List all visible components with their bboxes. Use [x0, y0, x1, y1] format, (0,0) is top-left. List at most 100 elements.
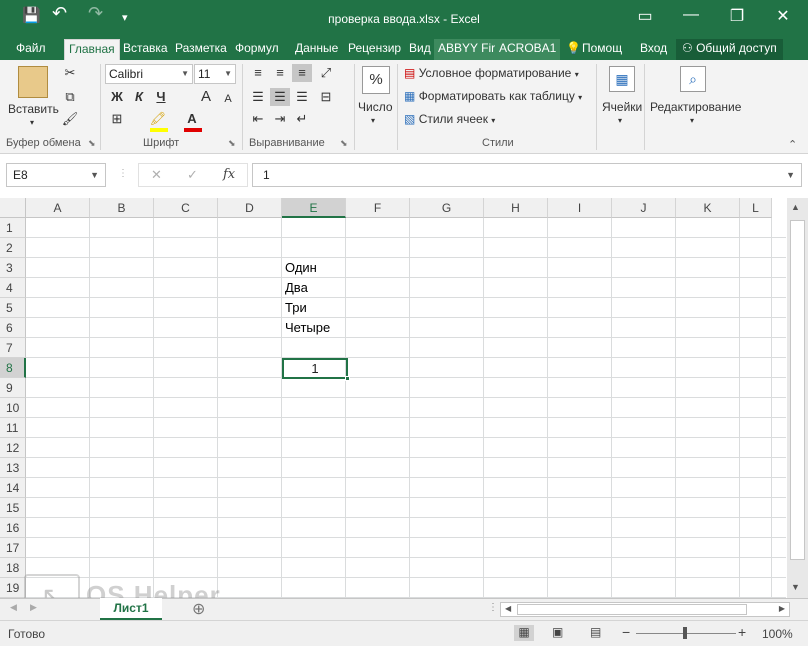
vertical-scrollbar[interactable]: ▲ ▼ [787, 198, 808, 598]
font-size-select[interactable]: 11 ▼ [194, 64, 236, 84]
row-header-17[interactable]: 17 [0, 538, 26, 558]
column-header-g[interactable]: G [410, 198, 484, 218]
bold-button[interactable]: Ж [107, 88, 127, 106]
underline-button[interactable]: Ч [151, 88, 171, 106]
prev-sheet-icon[interactable]: ◀ [10, 602, 17, 613]
row-header-11[interactable]: 11 [0, 418, 26, 438]
splitter-icon[interactable]: ⋮ [488, 602, 498, 613]
column-header-a[interactable]: A [26, 198, 90, 218]
share-button[interactable]: ⚇ Общий доступ [676, 39, 783, 60]
clipboard-launcher-icon[interactable]: ⬊ [88, 138, 96, 149]
row-header-3[interactable]: 3 [0, 258, 26, 278]
cell-e3[interactable]: Один [282, 258, 317, 278]
cancel-icon[interactable]: ✕ [151, 167, 162, 183]
format-as-table-button[interactable]: ▦ Форматировать как таблицу ▾ [404, 89, 582, 103]
cell-e4[interactable]: Два [282, 278, 308, 298]
tab-file[interactable]: Файл [12, 39, 50, 60]
row-header-8[interactable]: 8 [0, 358, 26, 378]
zoom-slider-thumb[interactable] [683, 627, 687, 639]
borders-icon[interactable]: ⊞ [107, 110, 127, 128]
fill-handle[interactable] [345, 376, 350, 381]
column-header-c[interactable]: C [154, 198, 218, 218]
cut-icon[interactable]: ✂ [60, 64, 80, 82]
vertical-scroll-thumb[interactable] [790, 220, 805, 560]
grow-font-button[interactable]: A [196, 88, 216, 106]
increase-indent-icon[interactable]: ⇥ [270, 110, 290, 128]
row-header-4[interactable]: 4 [0, 278, 26, 298]
format-painter-icon[interactable]: 🖌 [60, 110, 80, 128]
column-header-b[interactable]: B [90, 198, 154, 218]
tell-me-search[interactable]: Помощ [578, 39, 626, 60]
column-header-l[interactable]: L [740, 198, 772, 218]
name-box[interactable]: E8 ▼ [6, 163, 106, 187]
scroll-right-icon[interactable]: ▶ [779, 604, 785, 613]
page-break-view-icon[interactable]: ▤ [590, 625, 601, 639]
scroll-down-icon[interactable]: ▼ [791, 582, 800, 592]
row-header-10[interactable]: 10 [0, 398, 26, 418]
page-layout-view-icon[interactable]: ▣ [552, 625, 563, 639]
normal-view-icon[interactable]: ▦ [514, 625, 534, 641]
close-button[interactable]: ✕ [768, 6, 798, 26]
copy-icon[interactable]: ⧉ [60, 88, 80, 106]
row-header-12[interactable]: 12 [0, 438, 26, 458]
expand-formula-icon[interactable]: ▼ [786, 164, 795, 186]
paste-button[interactable]: Вставить [8, 102, 59, 116]
column-header-i[interactable]: I [548, 198, 612, 218]
active-cell-e8[interactable]: 1 [282, 358, 350, 381]
row-header-13[interactable]: 13 [0, 458, 26, 478]
sheet-tab-list1[interactable]: Лист1 [100, 598, 162, 620]
font-launcher-icon[interactable]: ⬊ [228, 138, 236, 149]
row-header-18[interactable]: 18 [0, 558, 26, 578]
row-header-16[interactable]: 16 [0, 518, 26, 538]
horizontal-scrollbar[interactable]: ◀ ▶ [500, 602, 790, 617]
align-right-icon[interactable]: ☰ [292, 88, 312, 106]
italic-button[interactable]: К [129, 88, 149, 106]
restore-button[interactable]: ❐ [722, 6, 752, 26]
row-header-9[interactable]: 9 [0, 378, 26, 398]
column-header-e[interactable]: E [282, 198, 346, 218]
tab-page-layout[interactable]: Разметка [171, 39, 231, 60]
tab-insert[interactable]: Вставка [119, 39, 172, 60]
column-header-j[interactable]: J [612, 198, 676, 218]
insert-function-icon[interactable]: fx [223, 167, 235, 182]
editing-button[interactable]: Редактирование [650, 100, 741, 114]
add-sheet-icon[interactable]: ⊕ [192, 599, 205, 619]
row-header-2[interactable]: 2 [0, 238, 26, 258]
font-color-icon[interactable]: A [182, 110, 202, 128]
tab-review[interactable]: Рецензир [344, 39, 405, 60]
scroll-left-icon[interactable]: ◀ [505, 604, 511, 613]
cells-button[interactable]: Ячейки [602, 100, 642, 114]
ribbon-display-options-icon[interactable]: ▭ [630, 6, 660, 26]
select-all-corner[interactable] [0, 198, 26, 218]
column-header-f[interactable]: F [346, 198, 410, 218]
merge-center-icon[interactable]: ⊟ [316, 88, 336, 106]
tab-abbyy[interactable]: ABBYY Fir [434, 39, 500, 60]
row-header-14[interactable]: 14 [0, 478, 26, 498]
row-header-7[interactable]: 7 [0, 338, 26, 358]
align-top-icon[interactable]: ≡ [248, 64, 268, 82]
column-header-h[interactable]: H [484, 198, 548, 218]
sign-in-link[interactable]: Вход [636, 39, 671, 60]
zoom-in-button[interactable]: + [738, 624, 746, 640]
tab-acrobat[interactable]: ACROBA1 [495, 39, 561, 60]
number-format-button[interactable]: Число [358, 100, 393, 114]
enter-icon[interactable]: ✓ [187, 167, 198, 183]
row-header-6[interactable]: 6 [0, 318, 26, 338]
drag-handle-icon[interactable]: ⋮ [118, 168, 128, 179]
formula-input[interactable]: 1 ▼ [252, 163, 802, 187]
collapse-ribbon-icon[interactable]: ⌃ [788, 138, 797, 151]
align-bottom-icon[interactable]: ≡ [292, 64, 312, 82]
fill-color-icon[interactable]: 🖍 [148, 110, 168, 128]
worksheet-grid[interactable]: ABCDEFGHIJKL 1 2 3 4 5 6 7 8 9 10 11 12 13 14 15 16 17 18… [0, 198, 808, 598]
row-header-5[interactable]: 5 [0, 298, 26, 318]
tab-home[interactable]: Главная [64, 39, 120, 60]
align-middle-icon[interactable]: ≡ [270, 64, 290, 82]
minimize-button[interactable]: — [676, 6, 706, 24]
horizontal-scroll-thumb[interactable] [517, 604, 747, 615]
align-left-icon[interactable]: ☰ [248, 88, 268, 106]
wrap-text-icon[interactable]: ↵ [292, 110, 312, 128]
alignment-launcher-icon[interactable]: ⬊ [340, 138, 348, 149]
column-header-d[interactable]: D [218, 198, 282, 218]
tab-formulas[interactable]: Формул [231, 39, 283, 60]
font-name-select[interactable]: Calibri ▼ [105, 64, 193, 84]
